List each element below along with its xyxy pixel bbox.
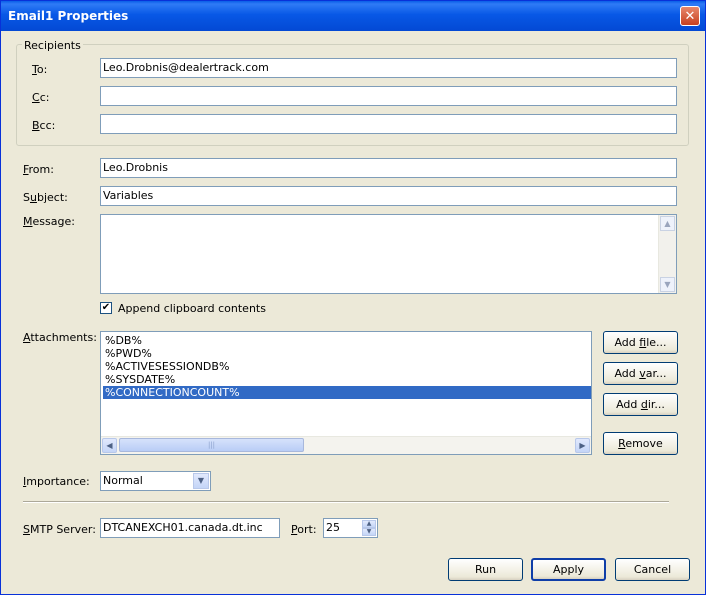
scroll-right-arrow-icon[interactable]: ▶	[575, 438, 590, 453]
port-stepper[interactable]: 25 ▲ ▼	[323, 518, 378, 538]
scroll-thumb[interactable]: |||	[119, 438, 304, 452]
attachments-label: Attachments:	[23, 331, 97, 344]
recipients-group-label: Recipients	[22, 39, 83, 52]
add-file-button[interactable]: Add file...	[603, 331, 678, 354]
smtp-server-label: SMTP Server:	[23, 523, 96, 536]
add-dir-button[interactable]: Add dir...	[603, 393, 678, 416]
scroll-left-arrow-icon[interactable]: ◀	[102, 438, 117, 453]
divider	[23, 501, 669, 503]
importance-value: Normal	[103, 474, 143, 487]
cancel-button[interactable]: Cancel	[615, 558, 690, 581]
add-var-button[interactable]: Add var...	[603, 362, 678, 385]
importance-label: Importance:	[23, 475, 90, 488]
bcc-field[interactable]	[100, 114, 677, 134]
run-button[interactable]: Run	[448, 558, 523, 581]
remove-button[interactable]: Remove	[603, 432, 678, 455]
subject-field[interactable]: Variables	[100, 186, 677, 206]
bcc-label: Bcc:	[32, 119, 56, 132]
dropdown-arrow-icon[interactable]: ▼	[193, 473, 209, 489]
append-clipboard-checkbox[interactable]: ✔	[100, 302, 112, 314]
scroll-down-arrow-icon[interactable]: ▼	[660, 277, 675, 292]
list-item[interactable]: %ACTIVESESSIONDB%	[103, 360, 591, 373]
port-value: 25	[326, 521, 340, 534]
list-item[interactable]: %PWD%	[103, 347, 591, 360]
title-bar[interactable]: Email1 Properties ✕	[1, 1, 705, 31]
to-field[interactable]: Leo.Drobnis@dealertrack.com	[100, 58, 677, 78]
close-button[interactable]: ✕	[680, 6, 700, 26]
list-item[interactable]: %SYSDATE%	[103, 373, 591, 386]
spin-down-icon[interactable]: ▼	[362, 528, 376, 536]
message-textarea[interactable]: ▲ ▼	[100, 214, 677, 294]
apply-button[interactable]: Apply	[531, 558, 606, 581]
cc-label: Cc:	[32, 91, 50, 104]
cc-field[interactable]	[100, 86, 677, 106]
window-title: Email1 Properties	[8, 9, 129, 23]
port-label: Port:	[291, 523, 317, 536]
spin-up-icon[interactable]: ▲	[362, 520, 376, 528]
append-clipboard-label[interactable]: Append clipboard contents	[118, 302, 266, 315]
from-label: From:	[23, 163, 54, 176]
smtp-server-field[interactable]: DTCANEXCH01.canada.dt.inc	[100, 518, 280, 538]
to-label: To:	[32, 63, 48, 76]
message-label: Message:	[23, 215, 75, 228]
from-field[interactable]: Leo.Drobnis	[100, 158, 677, 178]
list-item[interactable]: %CONNECTIONCOUNT%	[103, 386, 591, 399]
attachments-hscrollbar[interactable]: ◀ ||| ▶	[101, 436, 591, 454]
email-properties-dialog: Email1 Properties ✕ Recipients To: Leo.D…	[0, 0, 706, 595]
scroll-up-arrow-icon[interactable]: ▲	[660, 216, 675, 231]
attachments-list[interactable]: %DB% %PWD% %ACTIVESESSIONDB% %SYSDATE% %…	[100, 331, 592, 455]
importance-select[interactable]: Normal ▼	[100, 471, 211, 491]
subject-label: Subject:	[23, 191, 68, 204]
close-icon: ✕	[684, 9, 696, 24]
message-scrollbar[interactable]: ▲ ▼	[658, 215, 676, 293]
list-item[interactable]: %DB%	[103, 334, 591, 347]
